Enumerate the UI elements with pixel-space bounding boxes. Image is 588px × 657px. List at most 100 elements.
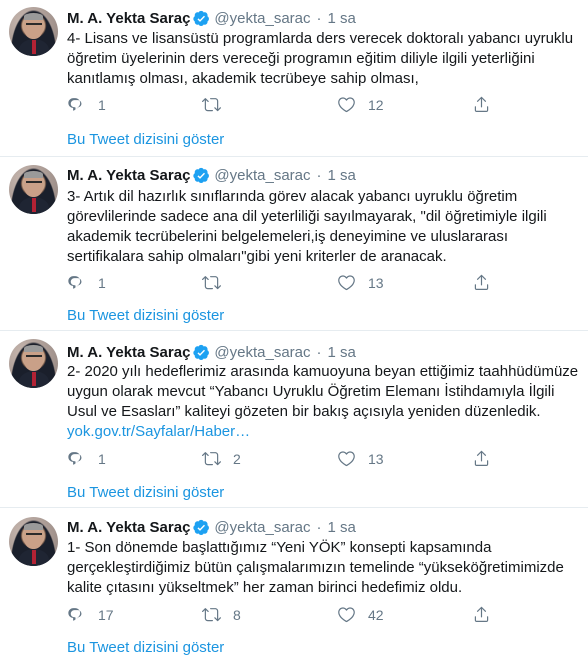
tweet[interactable]: M. A. Yekta Saraç @yekta_sarac · 1 sa 4-…: [0, 0, 588, 166]
retweet-button[interactable]: [202, 95, 233, 114]
tweet-text-line: gerçekleştirdiğimiz bütün çalışmalarımız…: [67, 559, 564, 576]
share-button[interactable]: [472, 449, 491, 468]
reply-count: 17: [98, 606, 114, 623]
tweet-text: 2- 2020 yılı hedeflerimiz arasında kamuo…: [67, 362, 582, 442]
tweet-text-line: sertifikalara sahip olmaları"gibi yeni k…: [67, 248, 447, 265]
tweet-text-line: kalite çıtasını yükseltmek” her zaman bi…: [67, 579, 463, 596]
reply-button[interactable]: 1: [67, 273, 106, 292]
reply-count: 1: [98, 96, 106, 113]
tweet[interactable]: M. A. Yekta Saraç @yekta_sarac · 1 sa 1-…: [0, 508, 588, 657]
tweet-link[interactable]: yok.gov.tr/Sayfalar/Haber…: [67, 422, 582, 442]
avatar[interactable]: [9, 165, 58, 214]
tweet-header: M. A. Yekta Saraç @yekta_sarac · 1 sa: [67, 342, 356, 362]
reply-count: 1: [98, 450, 106, 467]
heart-icon: [338, 97, 355, 113]
retweet-icon: [202, 98, 221, 112]
tweet[interactable]: M. A. Yekta Saraç @yekta_sarac · 1 sa 3-…: [0, 157, 588, 329]
reply-count: 1: [98, 274, 106, 291]
like-button[interactable]: 12: [337, 95, 384, 114]
author-name[interactable]: M. A. Yekta Saraç: [67, 10, 190, 27]
author-handle[interactable]: @yekta_sarac: [214, 519, 310, 536]
tweet-text-line: 3- Artık dil hazırlık sınıflarında görev…: [67, 188, 518, 205]
tweet[interactable]: M. A. Yekta Saraç @yekta_sarac · 1 sa 2-…: [0, 331, 588, 507]
timestamp[interactable]: 1 sa: [328, 10, 356, 27]
retweet-icon: [202, 608, 221, 622]
tweet-text: 4- Lisans ve lisansüstü programlarda der…: [67, 29, 582, 89]
reply-icon: [68, 276, 82, 289]
share-button[interactable]: [472, 273, 491, 292]
like-button[interactable]: 13: [337, 273, 384, 292]
share-button[interactable]: [472, 95, 491, 114]
verified-badge-icon: [193, 167, 210, 183]
like-count: 13: [368, 274, 384, 291]
verified-badge-icon: [193, 519, 210, 535]
tweet-text-line: 4- Lisans ve lisansüstü programlarda der…: [67, 30, 574, 47]
heart-icon: [338, 275, 355, 291]
timestamp[interactable]: 1 sa: [328, 167, 356, 184]
retweet-icon: [202, 452, 221, 466]
tweet-text: 1- Son dönemde başlattığımız “Yeni YÖK” …: [67, 538, 582, 598]
retweet-icon: [202, 276, 221, 290]
avatar[interactable]: [9, 339, 58, 388]
heart-icon: [338, 451, 355, 467]
author-handle[interactable]: @yekta_sarac: [214, 167, 310, 184]
retweet-count: 2: [233, 450, 241, 467]
retweet-count: 8: [233, 606, 241, 623]
tweet-actions: 1 13: [67, 273, 507, 293]
tweet-text-line: görevlilerinde sadece ana dil yeterliliğ…: [67, 208, 547, 225]
share-icon: [474, 96, 489, 112]
tweet-text-line: uygun olarak mevcut “Yabancı Uyruklu Öğr…: [67, 383, 555, 400]
retweet-button[interactable]: [202, 273, 233, 292]
retweet-button[interactable]: 8: [202, 605, 241, 624]
reply-button[interactable]: 17: [67, 605, 114, 624]
verified-badge-icon: [193, 344, 210, 360]
reply-button[interactable]: 1: [67, 95, 106, 114]
avatar[interactable]: [9, 7, 58, 56]
share-button[interactable]: [472, 605, 491, 624]
like-count: 13: [368, 450, 384, 467]
author-name[interactable]: M. A. Yekta Saraç: [67, 519, 190, 536]
separator-dot: ·: [316, 166, 322, 184]
share-icon: [474, 274, 489, 290]
verified-badge-icon: [193, 10, 210, 26]
reply-icon: [68, 608, 82, 621]
show-thread-link[interactable]: Bu Tweet dizisini göster: [67, 307, 224, 324]
avatar[interactable]: [9, 517, 58, 566]
reply-icon: [68, 98, 82, 111]
tweet-text-line: öğretim üyelerinin ders vereceği program…: [67, 50, 535, 67]
heart-icon: [338, 607, 355, 623]
separator-dot: ·: [316, 343, 322, 361]
separator-dot: ·: [316, 9, 322, 27]
separator-dot: ·: [316, 518, 322, 536]
tweet-header: M. A. Yekta Saraç @yekta_sarac · 1 sa: [67, 8, 356, 28]
show-thread-link[interactable]: Bu Tweet dizisini göster: [67, 131, 224, 148]
reply-button[interactable]: 1: [67, 449, 106, 468]
author-name[interactable]: M. A. Yekta Saraç: [67, 167, 190, 184]
retweet-button[interactable]: 2: [202, 449, 241, 468]
author-handle[interactable]: @yekta_sarac: [214, 344, 310, 361]
tweet-text-line: 1- Son dönemde başlattığımız “Yeni YÖK” …: [67, 539, 492, 556]
show-thread-link[interactable]: Bu Tweet dizisini göster: [67, 639, 224, 656]
reply-icon: [68, 452, 82, 465]
tweet-actions: 17 8 42: [67, 605, 507, 625]
tweet-text-line: 2- 2020 yılı hedeflerimiz arasında kamuo…: [67, 363, 579, 380]
like-count: 42: [368, 606, 384, 623]
tweet-actions: 1 2 13: [67, 449, 507, 469]
timestamp[interactable]: 1 sa: [328, 344, 356, 361]
tweet-header: M. A. Yekta Saraç @yekta_sarac · 1 sa: [67, 165, 356, 185]
like-count: 12: [368, 96, 384, 113]
tweet-actions: 1 12: [67, 95, 507, 115]
author-name[interactable]: M. A. Yekta Saraç: [67, 344, 190, 361]
like-button[interactable]: 13: [337, 449, 384, 468]
tweet-text-line: kanıtlamış olması, akademik tecrübeye sa…: [67, 70, 419, 87]
tweet-text-line: Usul ve Esasları” kaliteyi gözeten bir b…: [67, 403, 541, 420]
timestamp[interactable]: 1 sa: [328, 519, 356, 536]
show-thread-link[interactable]: Bu Tweet dizisini göster: [67, 484, 224, 501]
tweet-text-line: akademik tecrübelerini belgelemeleri,iş …: [67, 228, 509, 245]
author-handle[interactable]: @yekta_sarac: [214, 10, 310, 27]
share-icon: [474, 450, 489, 466]
like-button[interactable]: 42: [337, 605, 384, 624]
tweet-header: M. A. Yekta Saraç @yekta_sarac · 1 sa: [67, 517, 356, 537]
tweet-text: 3- Artık dil hazırlık sınıflarında görev…: [67, 187, 582, 267]
share-icon: [474, 606, 489, 622]
